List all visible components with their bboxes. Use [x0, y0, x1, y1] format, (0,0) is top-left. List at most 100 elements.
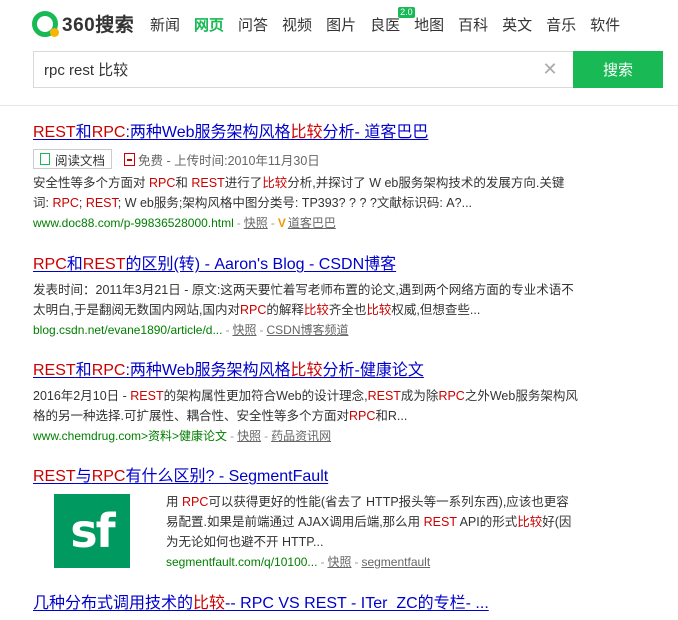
highlight-keyword: REST	[423, 515, 457, 529]
nav-doctor[interactable]: 良医 2.0	[370, 7, 415, 35]
text-segment: 和	[175, 176, 192, 190]
nav-music[interactable]: 音乐	[546, 14, 576, 35]
highlight-keyword: 比较	[303, 303, 329, 317]
highlight-keyword: 比较	[366, 303, 392, 317]
highlight-keyword: REST	[33, 362, 76, 379]
logo-text: 360搜索	[62, 15, 135, 36]
text-segment: 用	[166, 495, 182, 509]
highlight-keyword: REST	[130, 389, 164, 403]
read-doc-button[interactable]: 阅读文档	[33, 149, 113, 169]
doc-row: 阅读文档 免费 - 上传时间:2010年11月30日	[33, 149, 633, 169]
source-link[interactable]: 道客巴巴	[288, 216, 336, 230]
highlight-keyword: 比较	[193, 595, 226, 612]
cache-link[interactable]: 快照	[232, 323, 256, 337]
result-title[interactable]: RPC和REST的区别(转) - Aaron's Blog - CSDN博客	[33, 254, 633, 276]
search-button[interactable]: 搜索	[573, 51, 663, 88]
text-segment: 几种分布式调用技术的	[33, 595, 194, 612]
text-segment: 齐全也	[328, 303, 367, 317]
segmentfault-logo[interactable]: sf	[54, 494, 130, 568]
nav-baike[interactable]: 百科	[458, 14, 488, 35]
text-segment: :两种Web服务架构风格	[125, 124, 291, 141]
text-segment: 和R...	[375, 409, 408, 423]
cache-link[interactable]: 快照	[237, 429, 261, 443]
highlight-keyword: 比较	[262, 176, 288, 190]
read-doc-label: 阅读文档	[55, 153, 106, 168]
text-segment: 进行了	[224, 176, 263, 190]
highlight-keyword: REST	[82, 256, 126, 273]
result-cite: www.doc88.com/p-99836528000.html - 快照 - V 道客巴…	[33, 216, 336, 230]
highlight-keyword: RPC	[181, 495, 209, 509]
search-box: ✕	[33, 51, 574, 88]
doc-meta: 免费 - 上传时间:2010年11月30日	[138, 153, 320, 168]
nav-bar: 新闻 网页 问答 视频 图片 良医 2.0 地图 百科 英文 音乐 软件	[150, 7, 634, 35]
highlight-keyword: RPC	[148, 176, 176, 190]
text-segment: 分析-健康论文	[322, 362, 424, 379]
nav-qa[interactable]: 问答	[238, 14, 268, 35]
highlight-keyword: REST	[191, 176, 225, 190]
result-item: REST和RPC:两种Web服务架构风格比较分析-健康论文 2016年2月10日…	[33, 360, 633, 445]
result-url[interactable]: www.doc88.com/p-99836528000.html	[33, 216, 234, 230]
result-summary: 2016年2月10日 - REST的架构属性更加符合Web的设计理念,REST成…	[33, 386, 578, 426]
text-segment: 和	[75, 124, 92, 141]
result-cite: segmentfault.com/q/10100... - 快照 - segmentfa…	[166, 555, 431, 569]
result-item: REST与RPC有什么区别? - SegmentFault sf 用 RPC可以…	[33, 466, 633, 576]
text-segment: 和	[66, 256, 83, 273]
text-segment: 分析- 道客巴巴	[322, 124, 429, 141]
result-summary: 发表时间：2011年3月21日 - 原文:这两天要忙着写老师布置的论文,遇到两个…	[33, 280, 578, 320]
pdf-icon	[124, 152, 136, 166]
text-segment: ;	[78, 196, 86, 210]
result-body: 用 RPC可以获得更好的性能(省去了 HTTP报头等一系列东西),应该也更容易配…	[166, 488, 576, 571]
result-item: RPC和REST的区别(转) - Aaron's Blog - CSDN博客 发…	[33, 254, 633, 339]
highlight-keyword: RPC	[239, 303, 267, 317]
nav-web[interactable]: 网页	[194, 14, 224, 35]
result-title[interactable]: REST与RPC有什么区别? - SegmentFault	[33, 466, 633, 488]
nav-images[interactable]: 图片	[326, 14, 356, 35]
highlight-keyword: 比较	[517, 515, 543, 529]
result-url[interactable]: blog.csdn.net/evane1890/article/d...	[33, 323, 222, 337]
text-segment: 的区别(转) - Aaron's Blog - CSDN博客	[125, 256, 397, 273]
cache-link[interactable]: 快照	[244, 216, 268, 230]
source-link[interactable]: 药品资讯网	[271, 429, 331, 443]
highlight-keyword: RPC	[33, 256, 67, 273]
highlight-keyword: RPC	[91, 362, 126, 379]
text-segment: 的架构属性更加符合Web的设计理念,	[163, 389, 368, 403]
sf-logo-text: sf	[70, 504, 115, 558]
highlight-keyword: REST	[85, 196, 118, 210]
result-url[interactable]: segmentfault.com/q/10100...	[166, 555, 317, 569]
highlight-keyword: RPC	[348, 409, 376, 423]
cache-link[interactable]: 快照	[327, 555, 351, 569]
nav-badge: 2.0	[398, 7, 415, 18]
highlight-keyword: RPC	[91, 124, 126, 141]
result-title[interactable]: REST和RPC:两种Web服务架构风格比较分析-健康论文	[33, 360, 633, 382]
nav-english[interactable]: 英文	[502, 14, 532, 35]
text-segment: ; W eb服务;架构风格中图分类号: TP393? ? ? ?文献标识码: A…	[117, 196, 473, 210]
text-segment: API的形式	[456, 515, 518, 529]
result-item: 几种分布式调用技术的比较-- RPC VS REST - ITer_ZC的专栏-…	[33, 593, 633, 615]
text-segment: 和	[75, 362, 92, 379]
source-link[interactable]: segmentfault	[361, 555, 430, 569]
nav-doctor-label: 良医	[370, 17, 401, 34]
source-link[interactable]: CSDN博客频道	[266, 323, 348, 337]
text-segment: 的解释	[266, 303, 304, 317]
highlight-keyword: RPC	[91, 468, 126, 485]
logo[interactable]: 360搜索	[32, 10, 134, 37]
text-segment: -- RPC VS REST - ITer_ZC的专栏- ...	[225, 595, 489, 612]
nav-news[interactable]: 新闻	[150, 14, 180, 35]
text-segment: 权威,但想查些...	[391, 303, 481, 317]
text-segment: :两种Web服务架构风格	[125, 362, 291, 379]
text-segment: 与	[75, 468, 92, 485]
nav-video[interactable]: 视频	[282, 14, 312, 35]
result-title[interactable]: 几种分布式调用技术的比较-- RPC VS REST - ITer_ZC的专栏-…	[33, 593, 633, 615]
result-cite: www.chemdrug.com>资料>健康论文 - 快照 - 药品资讯网	[33, 429, 332, 443]
result-summary: 安全性等多个方面对 RPC和 REST进行了比较分析,并探讨了 W eb服务架构…	[33, 173, 578, 213]
result-url[interactable]: www.chemdrug.com>资料>健康论文	[33, 429, 227, 443]
logo-icon	[32, 10, 59, 37]
nav-software[interactable]: 软件	[590, 14, 620, 35]
nav-map[interactable]: 地图	[414, 14, 444, 35]
close-icon[interactable]: ✕	[540, 59, 560, 79]
document-icon	[40, 153, 50, 165]
result-title[interactable]: REST和RPC:两种Web服务架构风格比较分析- 道客巴巴	[33, 122, 633, 144]
search-input[interactable]	[34, 52, 534, 87]
verified-icon: V	[277, 216, 286, 230]
header: 360搜索 新闻 网页 问答 视频 图片 良医 2.0 地图 百科 英文 音乐 软…	[0, 0, 678, 106]
